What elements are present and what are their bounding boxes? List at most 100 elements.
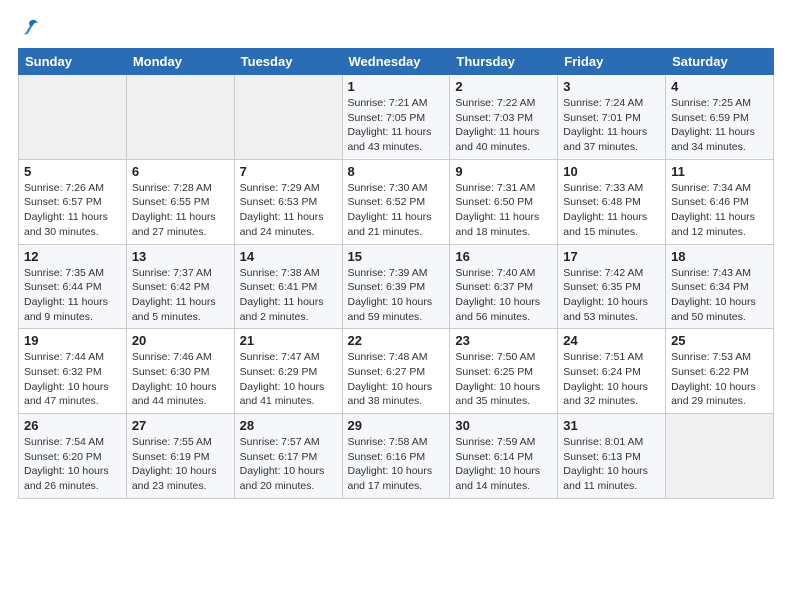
day-info: Sunrise: 7:25 AMSunset: 6:59 PMDaylight:… bbox=[671, 96, 768, 155]
calendar-cell: 22 Sunrise: 7:48 AMSunset: 6:27 PMDayligh… bbox=[342, 329, 450, 414]
day-number: 21 bbox=[240, 333, 337, 348]
calendar-cell: 26 Sunrise: 7:54 AMSunset: 6:20 PMDayligh… bbox=[19, 414, 127, 499]
calendar-week-row: 26 Sunrise: 7:54 AMSunset: 6:20 PMDayligh… bbox=[19, 414, 774, 499]
day-number: 11 bbox=[671, 164, 768, 179]
day-number: 10 bbox=[563, 164, 660, 179]
day-number: 22 bbox=[348, 333, 445, 348]
day-info: Sunrise: 7:31 AMSunset: 6:50 PMDaylight:… bbox=[455, 181, 552, 240]
day-info: Sunrise: 7:35 AMSunset: 6:44 PMDaylight:… bbox=[24, 266, 121, 325]
day-info: Sunrise: 7:42 AMSunset: 6:35 PMDaylight:… bbox=[563, 266, 660, 325]
day-info: Sunrise: 7:29 AMSunset: 6:53 PMDaylight:… bbox=[240, 181, 337, 240]
day-number: 24 bbox=[563, 333, 660, 348]
day-number: 5 bbox=[24, 164, 121, 179]
weekday-header-friday: Friday bbox=[558, 49, 666, 75]
calendar-week-row: 19 Sunrise: 7:44 AMSunset: 6:32 PMDayligh… bbox=[19, 329, 774, 414]
day-number: 28 bbox=[240, 418, 337, 433]
day-number: 29 bbox=[348, 418, 445, 433]
day-info: Sunrise: 7:24 AMSunset: 7:01 PMDaylight:… bbox=[563, 96, 660, 155]
calendar-cell: 12 Sunrise: 7:35 AMSunset: 6:44 PMDayligh… bbox=[19, 244, 127, 329]
day-number: 16 bbox=[455, 249, 552, 264]
day-info: Sunrise: 7:22 AMSunset: 7:03 PMDaylight:… bbox=[455, 96, 552, 155]
weekday-header-monday: Monday bbox=[126, 49, 234, 75]
calendar-week-row: 12 Sunrise: 7:35 AMSunset: 6:44 PMDayligh… bbox=[19, 244, 774, 329]
calendar-cell: 19 Sunrise: 7:44 AMSunset: 6:32 PMDayligh… bbox=[19, 329, 127, 414]
calendar-cell: 11 Sunrise: 7:34 AMSunset: 6:46 PMDayligh… bbox=[666, 159, 774, 244]
weekday-header-tuesday: Tuesday bbox=[234, 49, 342, 75]
page: SundayMondayTuesdayWednesdayThursdayFrid… bbox=[0, 0, 792, 612]
calendar-cell: 31 Sunrise: 8:01 AMSunset: 6:13 PMDayligh… bbox=[558, 414, 666, 499]
weekday-header-thursday: Thursday bbox=[450, 49, 558, 75]
day-number: 26 bbox=[24, 418, 121, 433]
weekday-header-wednesday: Wednesday bbox=[342, 49, 450, 75]
calendar-week-row: 1 Sunrise: 7:21 AMSunset: 7:05 PMDaylight… bbox=[19, 75, 774, 160]
day-number: 13 bbox=[132, 249, 229, 264]
day-number: 31 bbox=[563, 418, 660, 433]
day-info: Sunrise: 7:34 AMSunset: 6:46 PMDaylight:… bbox=[671, 181, 768, 240]
calendar-cell: 13 Sunrise: 7:37 AMSunset: 6:42 PMDayligh… bbox=[126, 244, 234, 329]
day-number: 19 bbox=[24, 333, 121, 348]
day-number: 7 bbox=[240, 164, 337, 179]
day-number: 1 bbox=[348, 79, 445, 94]
calendar-cell: 1 Sunrise: 7:21 AMSunset: 7:05 PMDaylight… bbox=[342, 75, 450, 160]
day-info: Sunrise: 7:51 AMSunset: 6:24 PMDaylight:… bbox=[563, 350, 660, 409]
calendar-cell: 29Sunrise: 7:58 AMSunset: 6:16 PMDayligh… bbox=[342, 414, 450, 499]
calendar-cell: 23 Sunrise: 7:50 AMSunset: 6:25 PMDayligh… bbox=[450, 329, 558, 414]
calendar-cell: 17 Sunrise: 7:42 AMSunset: 6:35 PMDayligh… bbox=[558, 244, 666, 329]
weekday-header-sunday: Sunday bbox=[19, 49, 127, 75]
day-number: 2 bbox=[455, 79, 552, 94]
day-info: Sunrise: 7:39 AMSunset: 6:39 PMDaylight:… bbox=[348, 266, 445, 325]
day-info: Sunrise: 7:33 AMSunset: 6:48 PMDaylight:… bbox=[563, 181, 660, 240]
day-number: 27 bbox=[132, 418, 229, 433]
calendar-cell: 4Sunrise: 7:25 AMSunset: 6:59 PMDaylight… bbox=[666, 75, 774, 160]
day-info: Sunrise: 7:59 AMSunset: 6:14 PMDaylight:… bbox=[455, 435, 552, 494]
day-number: 8 bbox=[348, 164, 445, 179]
day-number: 9 bbox=[455, 164, 552, 179]
day-info: Sunrise: 7:48 AMSunset: 6:27 PMDaylight:… bbox=[348, 350, 445, 409]
calendar-cell: 21 Sunrise: 7:47 AMSunset: 6:29 PMDayligh… bbox=[234, 329, 342, 414]
calendar-cell: 3Sunrise: 7:24 AMSunset: 7:01 PMDaylight… bbox=[558, 75, 666, 160]
day-number: 12 bbox=[24, 249, 121, 264]
calendar-cell bbox=[126, 75, 234, 160]
day-number: 17 bbox=[563, 249, 660, 264]
calendar-cell: 5 Sunrise: 7:26 AMSunset: 6:57 PMDaylight… bbox=[19, 159, 127, 244]
day-info: Sunrise: 7:46 AMSunset: 6:30 PMDaylight:… bbox=[132, 350, 229, 409]
day-info: Sunrise: 7:47 AMSunset: 6:29 PMDaylight:… bbox=[240, 350, 337, 409]
day-number: 6 bbox=[132, 164, 229, 179]
header bbox=[18, 18, 774, 38]
calendar-week-row: 5 Sunrise: 7:26 AMSunset: 6:57 PMDaylight… bbox=[19, 159, 774, 244]
calendar-cell: 28 Sunrise: 7:57 AMSunset: 6:17 PMDayligh… bbox=[234, 414, 342, 499]
day-info: Sunrise: 7:57 AMSunset: 6:17 PMDaylight:… bbox=[240, 435, 337, 494]
day-number: 25 bbox=[671, 333, 768, 348]
day-info: Sunrise: 7:50 AMSunset: 6:25 PMDaylight:… bbox=[455, 350, 552, 409]
day-info: Sunrise: 7:26 AMSunset: 6:57 PMDaylight:… bbox=[24, 181, 121, 240]
day-info: Sunrise: 7:43 AMSunset: 6:34 PMDaylight:… bbox=[671, 266, 768, 325]
day-info: Sunrise: 7:54 AMSunset: 6:20 PMDaylight:… bbox=[24, 435, 121, 494]
calendar-cell bbox=[19, 75, 127, 160]
calendar-cell: 16Sunrise: 7:40 AMSunset: 6:37 PMDayligh… bbox=[450, 244, 558, 329]
day-info: Sunrise: 8:01 AMSunset: 6:13 PMDaylight:… bbox=[563, 435, 660, 494]
calendar-cell bbox=[234, 75, 342, 160]
calendar-cell: 20 Sunrise: 7:46 AMSunset: 6:30 PMDayligh… bbox=[126, 329, 234, 414]
calendar-cell: 9 Sunrise: 7:31 AMSunset: 6:50 PMDaylight… bbox=[450, 159, 558, 244]
day-number: 14 bbox=[240, 249, 337, 264]
calendar-cell bbox=[666, 414, 774, 499]
day-info: Sunrise: 7:38 AMSunset: 6:41 PMDaylight:… bbox=[240, 266, 337, 325]
day-info: Sunrise: 7:53 AMSunset: 6:22 PMDaylight:… bbox=[671, 350, 768, 409]
logo bbox=[18, 18, 42, 38]
weekday-header-saturday: Saturday bbox=[666, 49, 774, 75]
day-number: 15 bbox=[348, 249, 445, 264]
weekday-header-row: SundayMondayTuesdayWednesdayThursdayFrid… bbox=[19, 49, 774, 75]
day-number: 20 bbox=[132, 333, 229, 348]
day-number: 23 bbox=[455, 333, 552, 348]
calendar-cell: 30 Sunrise: 7:59 AMSunset: 6:14 PMDayligh… bbox=[450, 414, 558, 499]
day-number: 30 bbox=[455, 418, 552, 433]
day-info: Sunrise: 7:37 AMSunset: 6:42 PMDaylight:… bbox=[132, 266, 229, 325]
day-info: Sunrise: 7:28 AMSunset: 6:55 PMDaylight:… bbox=[132, 181, 229, 240]
day-info: Sunrise: 7:44 AMSunset: 6:32 PMDaylight:… bbox=[24, 350, 121, 409]
calendar-cell: 10 Sunrise: 7:33 AMSunset: 6:48 PMDayligh… bbox=[558, 159, 666, 244]
calendar-cell: 24 Sunrise: 7:51 AMSunset: 6:24 PMDayligh… bbox=[558, 329, 666, 414]
calendar-cell: 15 Sunrise: 7:39 AMSunset: 6:39 PMDayligh… bbox=[342, 244, 450, 329]
day-info: Sunrise: 7:21 AMSunset: 7:05 PMDaylight:… bbox=[348, 96, 445, 155]
calendar-table: SundayMondayTuesdayWednesdayThursdayFrid… bbox=[18, 48, 774, 499]
calendar-cell: 7 Sunrise: 7:29 AMSunset: 6:53 PMDaylight… bbox=[234, 159, 342, 244]
